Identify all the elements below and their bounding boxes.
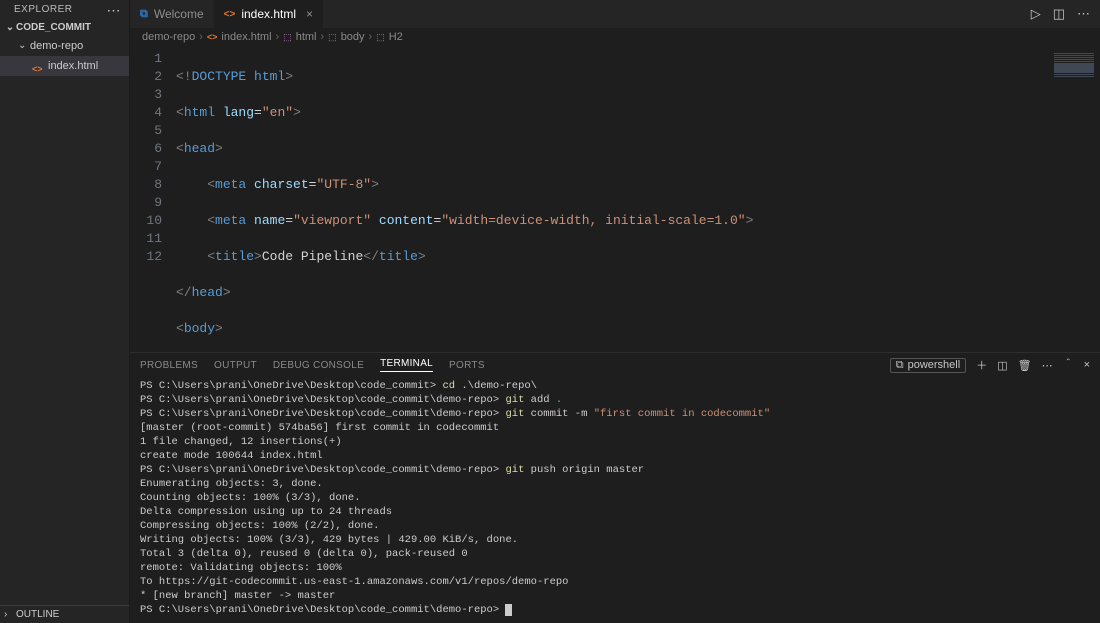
breadcrumb: demo-repo › <>index.html › ⬚ html › ⬚ body… [130,28,1100,46]
chevron-down-icon: ⌄ [4,22,16,33]
crumb-html[interactable]: ⬚ html [283,31,316,43]
chevron-right-icon: › [321,31,325,43]
symbol-icon: ⬚ [376,32,385,43]
terminal-output[interactable]: PS C:\Users\prani\OneDrive\Desktop\code_… [130,377,1100,623]
crumb-h2[interactable]: ⬚ H2 [376,31,403,43]
line-number: 4 [130,104,162,122]
chevron-down-icon: ⌄ [18,38,30,54]
folder-demo-repo[interactable]: ⌄ demo-repo [0,36,129,56]
line-number: 6 [130,140,162,158]
explorer-title: EXPLORER [14,4,72,15]
line-number: 12 [130,248,162,266]
tab-ports[interactable]: PORTS [449,360,485,371]
terminal-cursor [505,604,512,616]
split-terminal-icon[interactable]: ◫ [997,359,1007,372]
crumb-label: demo-repo [142,31,195,43]
more-icon[interactable]: ⋯ [1042,359,1053,372]
html-file-icon: <> [207,32,218,42]
line-number: 3 [130,86,162,104]
tab-debug-console[interactable]: DEBUG CONSOLE [273,360,364,371]
split-editor-icon[interactable]: ◫ [1053,6,1065,22]
file-label: index.html [48,58,98,74]
tab-problems[interactable]: PROBLEMS [140,360,198,371]
symbol-icon: ⬚ [283,32,292,43]
chevron-right-icon: › [276,31,280,43]
section-outline[interactable]: › OUTLINE [0,605,129,623]
line-number: 7 [130,158,162,176]
crumb-label: index.html [221,31,271,43]
run-icon[interactable]: ▷ [1031,6,1041,22]
explorer-sidebar: EXPLORER ⋯ ⌄ CODE_COMMIT ⌄ demo-repo <> … [0,0,130,623]
new-terminal-icon[interactable]: ＋ [976,357,987,373]
main-column: ⧉ Welcome <> index.html × ▷ ◫ ⋯ demo-rep… [130,0,1100,623]
chevron-right-icon: › [369,31,373,43]
folder-label: demo-repo [30,38,83,54]
line-number: 9 [130,194,162,212]
crumb-body[interactable]: ⬚ body [328,31,364,43]
tab-output[interactable]: OUTPUT [214,360,257,371]
chevron-right-icon: › [199,31,203,43]
tab-terminal[interactable]: TERMINAL [380,358,433,372]
code-content[interactable]: <!DOCTYPE html> <html lang="en"> <head> … [176,46,1048,352]
vscode-icon: ⧉ [140,8,148,21]
line-number: 5 [130,122,162,140]
section-label: CODE_COMMIT [16,22,91,33]
line-number: 1 [130,50,162,68]
line-number: 8 [130,176,162,194]
close-icon[interactable]: × [306,7,313,21]
shell-label: powershell [908,359,961,371]
crumb-label: html [296,31,317,43]
code-editor[interactable]: 1 2 3 4 5 6 7 8 9 10 11 12 <!DOCTYPE htm… [130,46,1100,352]
crumb-label: H2 [389,31,403,43]
line-number: 10 [130,212,162,230]
minimap[interactable] [1048,46,1100,352]
kill-terminal-icon[interactable]: 🗑 [1018,359,1032,372]
symbol-icon: ⬚ [328,32,337,43]
tab-welcome-label: Welcome [154,7,204,21]
line-gutter: 1 2 3 4 5 6 7 8 9 10 11 12 [130,46,176,352]
crumb-file[interactable]: <>index.html [207,31,272,43]
powershell-icon: ⧉ [896,359,904,372]
outline-label: OUTLINE [16,609,59,620]
tab-welcome[interactable]: ⧉ Welcome [130,0,214,28]
file-index-html[interactable]: <> index.html [0,56,129,76]
explorer-more-icon[interactable]: ⋯ [107,5,122,15]
crumb-folder[interactable]: demo-repo [142,31,195,43]
html-file-icon: <> [224,9,236,20]
terminal-panel: PROBLEMS OUTPUT DEBUG CONSOLE TERMINAL P… [130,352,1100,623]
panel-tabs: PROBLEMS OUTPUT DEBUG CONSOLE TERMINAL P… [130,353,1100,377]
close-panel-icon[interactable]: × [1084,359,1090,371]
maximize-icon[interactable]: ＾ [1063,357,1074,373]
section-code-commit[interactable]: ⌄ CODE_COMMIT [0,19,129,36]
more-icon[interactable]: ⋯ [1077,6,1090,22]
tab-index-html[interactable]: <> index.html × [214,0,323,28]
html-file-icon: <> [32,61,44,71]
chevron-right-icon: › [4,609,16,620]
line-number: 11 [130,230,162,248]
line-number: 2 [130,68,162,86]
shell-selector[interactable]: ⧉ powershell [890,358,966,373]
tab-index-html-label: index.html [241,7,296,21]
crumb-label: body [341,31,365,43]
editor-tabs: ⧉ Welcome <> index.html × ▷ ◫ ⋯ [130,0,1100,28]
